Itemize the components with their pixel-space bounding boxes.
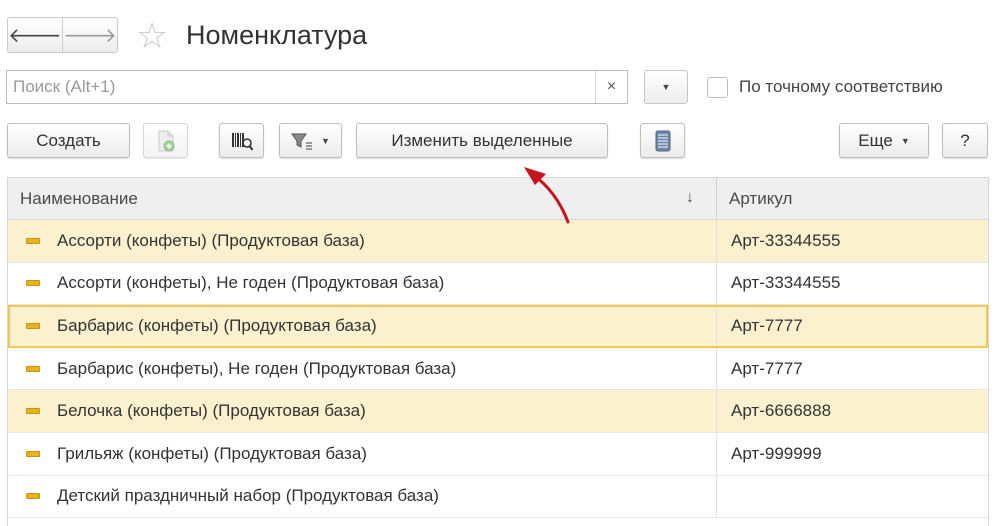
row-article: Арт-7777	[731, 315, 803, 335]
chevron-down-icon: ▼	[321, 135, 330, 146]
exact-match-label[interactable]: По точному соответствию	[739, 77, 943, 97]
back-button[interactable]: 🡐	[8, 18, 62, 52]
more-button-label: Еще	[858, 130, 893, 150]
barcode-search-button[interactable]	[219, 123, 264, 158]
row-name: Ассорти (конфеты), Не годен (Продуктовая…	[57, 273, 445, 293]
annotation-arrow-icon	[524, 167, 570, 224]
help-button[interactable]: ?	[942, 123, 988, 158]
table-row[interactable]: Белочка (конфеты) (Продуктовая база) Арт…	[8, 390, 988, 433]
table-row[interactable]: Ассорти (конфеты) (Продуктовая база) Арт…	[8, 220, 988, 263]
search-input[interactable]	[7, 71, 595, 103]
column-header-name-label: Наименование	[20, 188, 138, 208]
item-icon	[26, 280, 40, 287]
column-header-article-label: Артикул	[729, 188, 793, 208]
table-row[interactable]: Грильяж (конфеты) (Продуктовая база) Арт…	[8, 432, 988, 476]
item-icon	[26, 237, 40, 244]
help-icon: ?	[960, 130, 970, 150]
change-selected-label: Изменить выделенные	[391, 130, 573, 150]
barcode-icon	[231, 132, 253, 151]
clear-search-button[interactable]: ×	[595, 71, 627, 103]
table-row[interactable]: Детский праздничный набор (Продуктовая б…	[8, 475, 988, 519]
list-icon	[655, 130, 670, 151]
arrow-right-icon: 🡒	[63, 24, 117, 47]
nomenclature-table: Наименование ↓ Артикул Ассорти (конфеты)…	[7, 177, 989, 526]
row-name: Грильяж (конфеты) (Продуктовая база)	[57, 443, 367, 463]
column-header-name[interactable]: Наименование ↓	[8, 178, 717, 219]
create-button-label: Создать	[36, 130, 101, 150]
row-name: Ассорти (конфеты) (Продуктовая база)	[57, 230, 365, 250]
star-icon[interactable]: ☆	[133, 17, 171, 55]
row-name: Детский праздничный набор (Продуктовая б…	[57, 486, 439, 506]
row-article: Арт-999999	[731, 443, 822, 463]
list-settings-button[interactable]	[640, 123, 685, 158]
sort-arrow-icon: ↓	[686, 189, 694, 206]
row-name: Белочка (конфеты) (Продуктовая база)	[57, 401, 366, 421]
item-icon	[26, 322, 40, 329]
forward-button[interactable]: 🡒	[62, 18, 117, 52]
close-icon: ×	[606, 78, 617, 95]
page-title: Номенклатура	[186, 20, 368, 50]
row-name: Барбарис (конфеты), Не годен (Продуктова…	[57, 358, 457, 378]
row-article: Арт-6666888	[731, 401, 832, 421]
table-row[interactable]: Барбарис (конфеты), Не годен (Продуктова…	[8, 347, 988, 391]
chevron-down-icon: ▼	[661, 82, 671, 92]
exact-match-checkbox[interactable]	[707, 77, 728, 98]
item-icon	[26, 450, 40, 457]
item-icon	[26, 493, 40, 500]
table-header: Наименование ↓ Артикул	[8, 178, 988, 220]
row-name: Барбарис (конфеты) (Продуктовая база)	[57, 315, 377, 335]
item-icon	[26, 408, 40, 415]
search-box: ×	[6, 70, 628, 104]
arrow-left-icon: 🡐	[8, 24, 62, 47]
chevron-down-icon: ▼	[900, 135, 910, 146]
table-row[interactable]: Ассорти (конфеты), Не годен (Продуктовая…	[8, 262, 988, 306]
copy-document-icon	[158, 130, 174, 151]
search-history-dropdown[interactable]: ▼	[644, 70, 688, 104]
row-article: Арт-33344555	[731, 230, 841, 250]
filter-button[interactable]: ▼	[279, 123, 342, 158]
more-button[interactable]: Еще ▼	[839, 123, 929, 158]
row-article: Арт-7777	[731, 358, 803, 378]
filter-icon	[291, 133, 313, 150]
copy-button[interactable]	[143, 123, 188, 158]
navigation-group: 🡐 🡒	[7, 17, 118, 53]
row-article: Арт-33344555	[731, 273, 841, 293]
table-row-selected[interactable]: Барбарис (конфеты) (Продуктовая база) Ар…	[8, 305, 988, 348]
column-header-article[interactable]: Артикул	[717, 178, 988, 219]
create-button[interactable]: Создать	[7, 123, 130, 158]
item-icon	[26, 365, 40, 372]
